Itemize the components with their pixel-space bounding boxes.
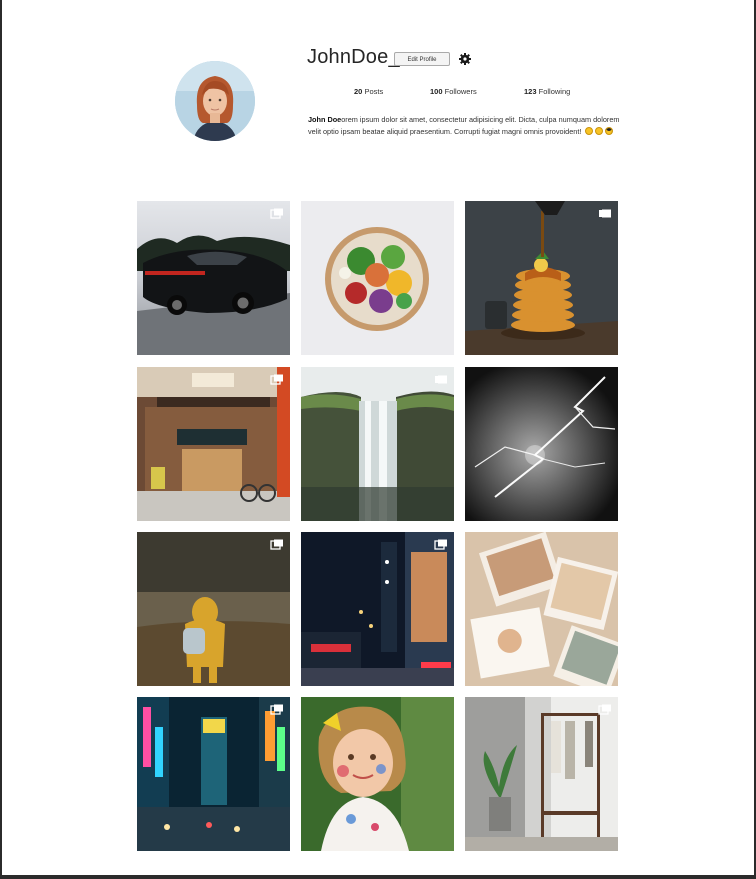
post-tile[interactable]: [301, 697, 454, 851]
followers-count: 100: [430, 87, 443, 96]
multiple-photos-icon: [270, 374, 283, 385]
smiling-emoji: [595, 126, 604, 135]
post-tile[interactable]: [137, 201, 290, 355]
profile-username: JohnDoe_: [307, 46, 400, 68]
post-tile[interactable]: [465, 697, 618, 851]
following-stat[interactable]: 123 Following: [524, 87, 570, 96]
posts-stat[interactable]: 20 Posts: [354, 87, 383, 96]
profile-header: JohnDoe_ Edit Profile 20 Posts 100 Follo…: [0, 0, 756, 190]
post-tile[interactable]: [137, 367, 290, 521]
multiple-photos-icon: [270, 704, 283, 715]
gear-icon[interactable]: [459, 53, 471, 65]
post-tile[interactable]: [301, 532, 454, 686]
followers-label: Followers: [444, 87, 477, 96]
post-tile[interactable]: [465, 367, 618, 521]
posts-label: Posts: [364, 87, 384, 96]
followers-stat[interactable]: 100 Followers: [430, 87, 477, 96]
post-tile[interactable]: [301, 367, 454, 521]
profile-bio: John Doeorem ipsum dolor sit amet, conse…: [308, 114, 626, 137]
post-tile[interactable]: [301, 201, 454, 355]
following-count: 123: [524, 87, 537, 96]
video-icon: [435, 375, 447, 384]
posts-count: 20: [354, 87, 363, 96]
bio-text: orem ipsum dolor sit amet, consectetur a…: [308, 115, 620, 136]
edit-profile-button[interactable]: Edit Profile: [394, 52, 450, 66]
sunglasses-emoji: [605, 126, 614, 135]
multiple-photos-icon: [270, 539, 283, 550]
video-icon: [599, 209, 611, 218]
post-tile[interactable]: [137, 697, 290, 851]
post-tile[interactable]: [465, 201, 618, 355]
multiple-photos-icon: [434, 539, 447, 550]
multiple-photos-icon: [598, 704, 611, 715]
following-label: Following: [538, 87, 571, 96]
multiple-photos-icon: [270, 208, 283, 219]
post-tile[interactable]: [137, 532, 290, 686]
avatar[interactable]: [175, 61, 255, 141]
post-tile[interactable]: [465, 532, 618, 686]
bio-name: John Doe: [308, 115, 342, 124]
grinning-emoji: [585, 126, 594, 135]
